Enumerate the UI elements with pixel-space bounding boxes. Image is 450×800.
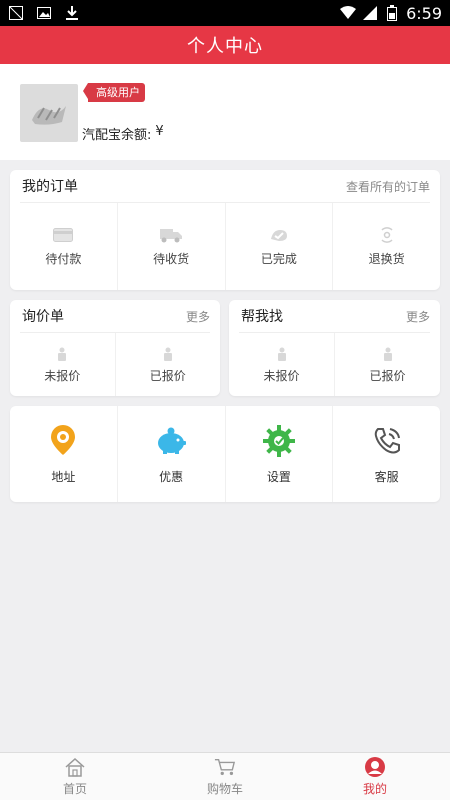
signal-icon xyxy=(362,5,378,21)
tab-cart[interactable]: 购物车 xyxy=(150,753,300,800)
home-icon xyxy=(64,756,86,778)
orders-title: 我的订单 xyxy=(22,179,78,195)
member-level-badge: 高级用户 xyxy=(83,83,145,102)
inquiry-title: 询价单 xyxy=(22,309,64,325)
balance-currency: ¥ xyxy=(155,124,164,139)
order-status-list: 待付款 待收货 已完成 退换货 xyxy=(10,203,440,290)
order-status-label: 待付款 xyxy=(45,252,82,266)
inquiry-quoted[interactable]: 已报价 xyxy=(116,333,221,396)
piggy-bank-icon xyxy=(154,424,188,458)
order-status-label: 已完成 xyxy=(260,252,297,266)
service-address[interactable]: 地址 xyxy=(10,406,118,502)
help-find-card: 帮我找 更多 未报价 已报价 xyxy=(229,300,440,396)
avatar[interactable] xyxy=(20,84,78,142)
bottom-tab-bar: 首页 购物车 我的 xyxy=(0,752,450,800)
tab-label: 首页 xyxy=(62,782,87,796)
screenshot-icon xyxy=(8,5,24,21)
service-customer-support[interactable]: 客服 xyxy=(333,406,440,502)
battery-icon xyxy=(384,5,400,21)
inquiry-status-label: 已报价 xyxy=(149,369,186,383)
view-all-orders-link[interactable]: 查看所有的订单 xyxy=(346,178,430,195)
member-level-label: 高级用户 xyxy=(96,86,140,99)
status-left-icons xyxy=(8,5,80,21)
service-settings[interactable]: 设置 xyxy=(226,406,334,502)
service-label: 地址 xyxy=(51,469,76,484)
help-find-status-label: 未报价 xyxy=(263,369,300,383)
help-find-unquoted[interactable]: 未报价 xyxy=(229,333,335,396)
done-icon xyxy=(268,226,290,244)
location-icon xyxy=(46,424,80,458)
page-title: 个人中心 xyxy=(187,36,263,57)
help-find-quoted[interactable]: 已报价 xyxy=(335,333,440,396)
services-card: 地址 优惠 设置 客服 xyxy=(10,406,440,502)
return-icon xyxy=(376,226,398,244)
order-completed[interactable]: 已完成 xyxy=(226,203,334,290)
help-find-more-link[interactable]: 更多 xyxy=(406,308,430,325)
card-icon xyxy=(52,226,74,244)
inquiry-header: 询价单 更多 xyxy=(22,300,210,332)
download-icon xyxy=(64,5,80,21)
status-time: 6:59 xyxy=(406,3,442,23)
profile-section: 高级用户 汽配宝余额: ¥ xyxy=(0,64,450,160)
balance-label: 汽配宝余额: xyxy=(82,128,152,143)
help-find-header: 帮我找 更多 xyxy=(241,300,430,332)
orders-header: 我的订单 查看所有的订单 xyxy=(22,170,430,202)
phone-icon xyxy=(370,424,404,458)
quote-icon xyxy=(377,345,399,363)
orders-card: 我的订单 查看所有的订单 待付款 待收货 已完成 退换货 xyxy=(10,170,440,290)
inquiry-list: 未报价 已报价 xyxy=(10,333,220,396)
help-find-title: 帮我找 xyxy=(241,309,283,325)
quote-icon xyxy=(157,345,179,363)
inquiry-more-link[interactable]: 更多 xyxy=(186,308,210,325)
tab-label: 我的 xyxy=(362,782,387,796)
user-icon xyxy=(364,756,386,778)
help-find-list: 未报价 已报价 xyxy=(229,333,440,396)
status-right: 6:59 xyxy=(340,4,442,23)
service-label: 优惠 xyxy=(159,469,184,484)
services-list: 地址 优惠 设置 客服 xyxy=(10,406,440,502)
truck-icon xyxy=(160,226,183,244)
balance: 汽配宝余额: ¥ xyxy=(82,124,164,143)
order-status-label: 退换货 xyxy=(368,252,405,266)
tab-me[interactable]: 我的 xyxy=(300,753,450,800)
quote-icon xyxy=(271,345,293,363)
service-label: 客服 xyxy=(374,469,399,484)
order-status-label: 待收货 xyxy=(153,252,190,266)
gear-icon xyxy=(262,424,296,458)
status-bar: 6:59 xyxy=(0,0,450,26)
avatar-logo-icon xyxy=(32,106,66,125)
image-icon xyxy=(36,5,52,21)
order-pending-receipt[interactable]: 待收货 xyxy=(118,203,226,290)
tab-label: 购物车 xyxy=(206,782,243,796)
service-discount[interactable]: 优惠 xyxy=(118,406,226,502)
inquiry-card: 询价单 更多 未报价 已报价 xyxy=(10,300,220,396)
inquiry-status-label: 未报价 xyxy=(44,369,81,383)
wifi-icon xyxy=(340,5,357,21)
help-find-status-label: 已报价 xyxy=(369,369,406,383)
order-return-exchange[interactable]: 退换货 xyxy=(333,203,440,290)
tab-home[interactable]: 首页 xyxy=(0,753,150,800)
order-pending-payment[interactable]: 待付款 xyxy=(10,203,118,290)
service-label: 设置 xyxy=(266,469,291,484)
inquiry-unquoted[interactable]: 未报价 xyxy=(10,333,116,396)
title-bar: 个人中心 xyxy=(0,26,450,64)
quote-icon xyxy=(51,345,73,363)
cart-icon xyxy=(214,756,236,778)
